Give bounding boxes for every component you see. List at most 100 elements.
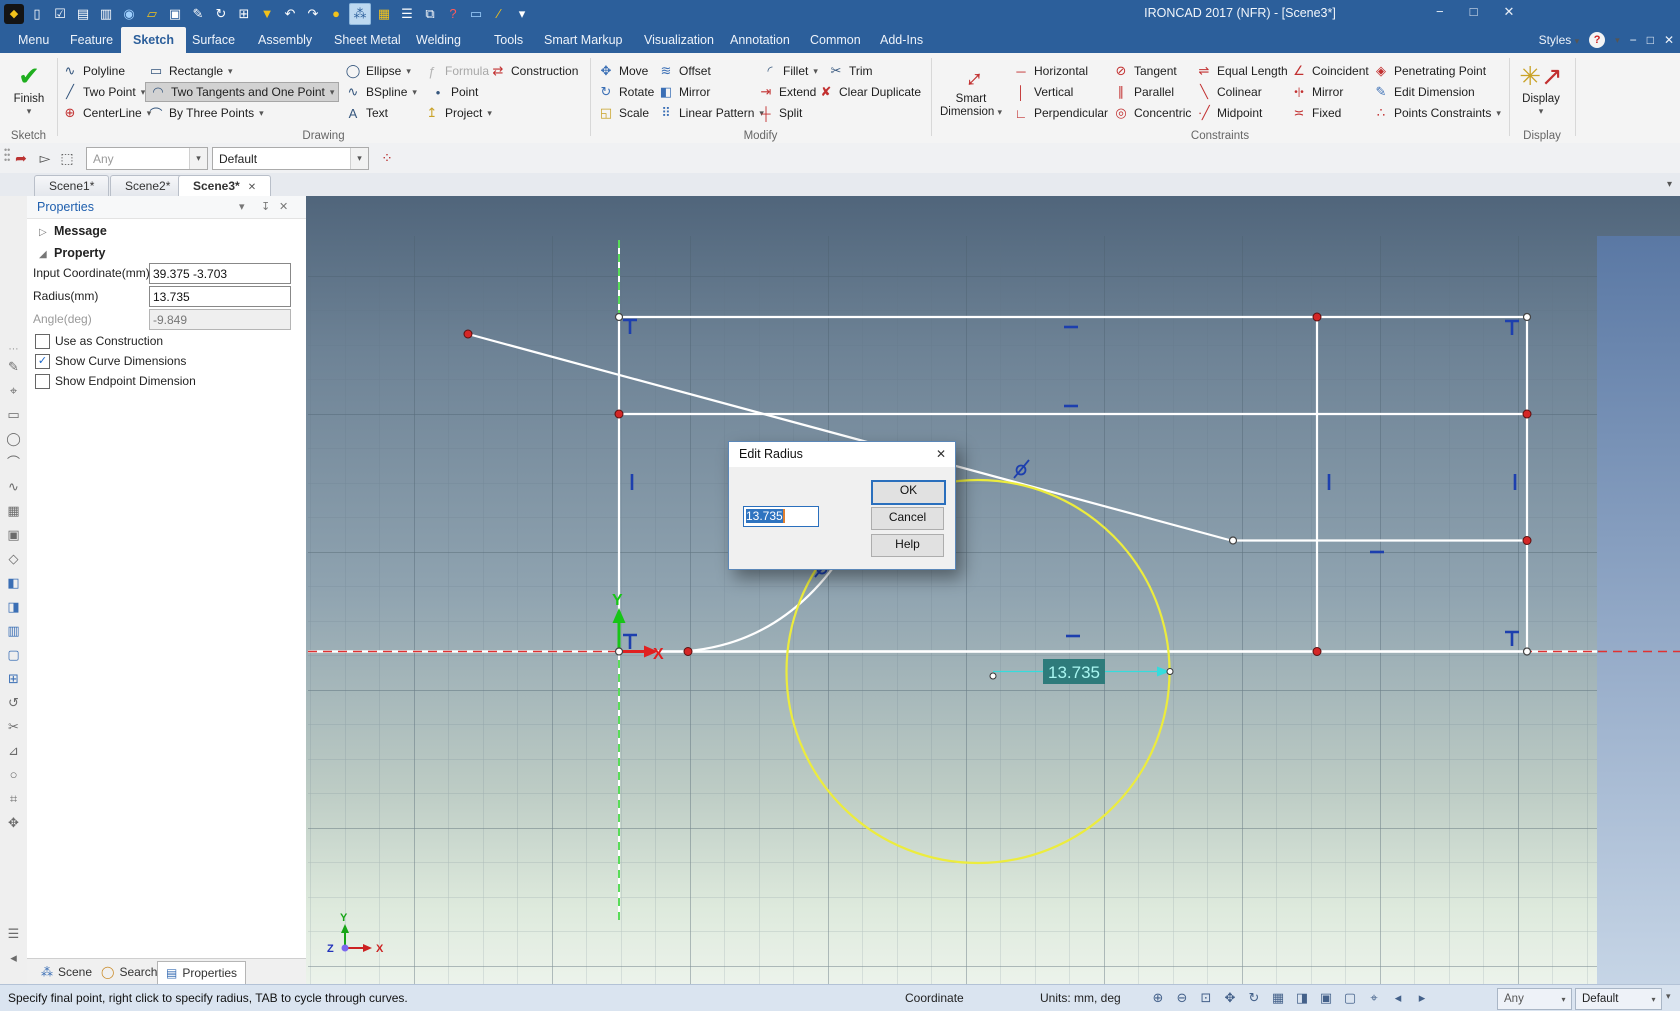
view-control-icon[interactable]: ◂ [1386, 985, 1410, 1010]
penetrating-point-button[interactable]: ◈ Penetrating Point [1373, 62, 1486, 80]
input-coordinate-field[interactable] [149, 263, 291, 284]
selection-filter-dropdown[interactable]: Any ▾ [86, 147, 208, 170]
use-as-construction-checkbox[interactable] [35, 334, 50, 349]
qat-icon[interactable]: ↻ [211, 4, 231, 24]
qat-icon[interactable]: ⧉ [420, 4, 440, 24]
strip-tool-icon[interactable]: ✎ [0, 355, 27, 379]
tab-annotation[interactable]: Annotation [718, 27, 802, 53]
qat-icon[interactable]: ▯ [27, 4, 47, 24]
tab-common[interactable]: Common [798, 27, 873, 53]
strip-tool-icon[interactable]: ⌗ [0, 787, 27, 811]
section-property[interactable]: Property [54, 246, 105, 260]
help-button[interactable]: Help [871, 534, 944, 557]
hierarchy-icon[interactable]: ⁘ [376, 147, 398, 169]
strip-tool-icon[interactable]: ▥ [0, 619, 27, 643]
qat-icon[interactable]: ▼ [257, 4, 277, 24]
tab-surface[interactable]: Surface [180, 27, 247, 53]
ellipse-button[interactable]: ◯ Ellipse ▾ [345, 62, 411, 80]
view-control-icon[interactable]: ⊖ [1170, 985, 1194, 1010]
layer-dropdown[interactable]: Default ▾ [212, 147, 369, 170]
message-expander-icon[interactable]: ▷ [39, 227, 47, 238]
view-control-icon[interactable]: ▦ [1266, 985, 1290, 1010]
selection-filter-caret-icon[interactable]: ▾ [189, 148, 207, 169]
property-expander-icon[interactable]: ◢ [39, 249, 47, 260]
styles-dropdown[interactable]: Styles ▾ [1539, 33, 1580, 47]
tab-add-ins[interactable]: Add-Ins [868, 27, 935, 53]
strip-tool-icon[interactable]: ⊞ [0, 667, 27, 691]
finish-button[interactable]: ✔ Finish ▾ [2, 59, 56, 129]
clear-duplicate-button[interactable]: ✘ Clear Duplicate [818, 83, 922, 101]
radius-field[interactable] [149, 286, 291, 307]
tangent-constraint-button[interactable]: ⊘ Tangent [1113, 62, 1177, 80]
doc-close-icon[interactable]: ✕ [1664, 33, 1674, 47]
show-curve-dimensions-checkbox[interactable]: ✓ [35, 354, 50, 369]
strip-collapse-icon[interactable]: ◂ [0, 946, 27, 970]
dimension-anchor-point[interactable] [989, 672, 997, 680]
qat-icon[interactable]: ☑ [50, 4, 70, 24]
qat-icon[interactable]: ● [326, 4, 346, 24]
dimension-value[interactable]: 13.735 [1048, 663, 1100, 682]
two-point-button[interactable]: ╱ Two Point ▾ [62, 83, 145, 101]
qat-icon[interactable]: ⁂ [349, 2, 371, 25]
mirror-button[interactable]: ◧ Mirror [658, 83, 710, 101]
qat-icon[interactable]: ? [443, 4, 463, 24]
sketch-viewport[interactable]: 13.735 Y X Y X Z [306, 196, 1680, 984]
points-constraints-button[interactable]: ∴ Points Constraints ▾ [1373, 104, 1501, 122]
mirror-constraint-button[interactable]: •|• Mirror [1291, 83, 1343, 101]
help-caret-icon[interactable]: ▾ [1615, 35, 1620, 46]
move-button[interactable]: ✥ Move [598, 62, 649, 80]
view-control-icon[interactable]: ◨ [1290, 985, 1314, 1010]
strip-tool-icon[interactable]: ⌖ [0, 379, 27, 403]
view-control-icon[interactable]: ▢ [1338, 985, 1362, 1010]
equal-length-constraint-button[interactable]: ⇌ Equal Length [1196, 62, 1288, 80]
qat-icon[interactable]: ▾ [512, 4, 532, 24]
doc-minimize-icon[interactable]: − [1630, 33, 1637, 47]
view-control-icon[interactable]: ⊡ [1194, 985, 1218, 1010]
strip-tool-icon[interactable]: ▣ [0, 523, 27, 547]
polyline-button[interactable]: ∿ Polyline [62, 62, 125, 80]
coincident-constraint-button[interactable]: ∠ Coincident [1291, 62, 1369, 80]
strip-tool-icon[interactable]: ◇ [0, 547, 27, 571]
colinear-constraint-button[interactable]: ╲ Colinear [1196, 83, 1262, 101]
qat-icon[interactable]: ◆ [4, 3, 24, 24]
tab-menu[interactable]: Menu [6, 27, 61, 53]
by-three-points-button[interactable]: ⌒ By Three Points ▾ [148, 104, 263, 122]
tab-list-caret-icon[interactable]: ▾ [1667, 179, 1672, 190]
text-button[interactable]: A Text [345, 104, 388, 122]
smart-dimension-button[interactable]: ↔ Smart Dimension ▾ [938, 56, 1004, 129]
tab-properties-panel[interactable]: ▤ Properties [157, 961, 247, 985]
rotate-button[interactable]: ↻ Rotate [598, 83, 655, 101]
tab-sheet-metal[interactable]: Sheet Metal [322, 27, 413, 53]
horizontal-constraint-button[interactable]: ─ Horizontal [1013, 62, 1088, 80]
strip-tool-icon[interactable]: ↺ [0, 691, 27, 715]
strip-tool-icon[interactable]: ◯ [0, 427, 27, 451]
tab-tools[interactable]: Tools [482, 27, 535, 53]
strip-tool-icon[interactable]: ○ [0, 763, 27, 787]
strip-tool-icon[interactable]: ▢ [0, 643, 27, 667]
tab-close-icon[interactable]: ✕ [248, 182, 256, 193]
tab-scene-panel[interactable]: ⁂ Scene [33, 961, 100, 984]
tab-scene1[interactable]: Scene1* [34, 175, 110, 197]
qat-icon[interactable]: ▱ [142, 4, 162, 24]
status-filter-caret-icon[interactable]: ▾ [1556, 995, 1571, 1004]
tab-sketch[interactable]: Sketch [121, 27, 186, 53]
strip-tool-icon[interactable]: ▦ [0, 499, 27, 523]
cancel-button[interactable]: Cancel [871, 507, 944, 530]
strip-tool-icon[interactable]: ✂ [0, 715, 27, 739]
extend-button[interactable]: ⇥ Extend [758, 83, 817, 101]
select-shape-icon[interactable]: ➦ [10, 147, 32, 169]
construction-button[interactable]: ⇄ Construction [490, 62, 579, 80]
units-label[interactable]: Units: mm, deg [1040, 991, 1121, 1005]
offset-button[interactable]: ≋ Offset [658, 62, 711, 80]
vertical-constraint-button[interactable]: │ Vertical [1013, 83, 1073, 101]
help-icon[interactable]: ? [1589, 32, 1606, 48]
qat-icon[interactable]: ↶ [280, 4, 300, 24]
strip-list-icon[interactable]: ☰ [0, 922, 27, 946]
view-control-icon[interactable]: ⌖ [1362, 985, 1386, 1010]
tab-scene2[interactable]: Scene2* [110, 175, 186, 197]
qat-icon[interactable]: ▦ [374, 4, 394, 24]
strip-handle[interactable]: ⋯ [0, 344, 27, 355]
strip-tool-icon[interactable]: ⊿ [0, 739, 27, 763]
tab-welding[interactable]: Welding [404, 27, 473, 53]
status-layer-caret-icon[interactable]: ▾ [1646, 995, 1661, 1004]
